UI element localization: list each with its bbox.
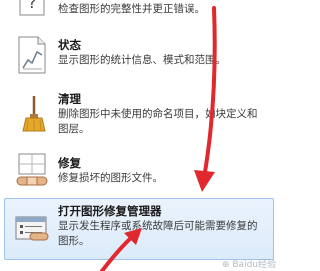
watermark: ⊕ Baidu经验 <box>221 260 276 270</box>
audit-icon: ? <box>14 0 50 22</box>
menu-item-status-desc: 显示图形的统计信息、模式和范围。 <box>58 54 226 66</box>
drawing-utilities-menu: ? 检查图形的完整性并更正错误。 状态 显示图形的统计信息、模式和范围。 清理 … <box>0 0 278 271</box>
svg-text:?: ? <box>28 0 37 12</box>
menu-item-drawing-recovery-manager-desc: 显示发生程序或系统故障后可能需要修复的图形。 <box>58 220 258 247</box>
menu-item-drawing-recovery-manager[interactable]: 打开图形修复管理器 显示发生程序或系统故障后可能需要修复的图形。 <box>0 201 278 259</box>
menu-item-recover-desc: 修复损坏的图形文件。 <box>58 172 163 184</box>
purge-broom-icon <box>14 94 50 132</box>
menu-item-status[interactable]: 状态 显示图形的统计信息、模式和范围。 <box>0 34 278 80</box>
menu-item-recover-title: 修复 <box>58 156 81 170</box>
menu-item-drawing-recovery-manager-title: 打开图形修复管理器 <box>58 204 162 218</box>
status-chart-icon <box>14 36 50 74</box>
recover-tools-icon <box>14 152 50 190</box>
menu-item-purge-desc: 删除图形中未使用的命名项目，如块定义和图层。 <box>58 108 258 135</box>
menu-item-purge-title: 清理 <box>58 92 81 106</box>
menu-item-audit[interactable]: ? 检查图形的完整性并更正错误。 <box>0 0 278 26</box>
menu-item-audit-desc: 检查图形的完整性并更正错误。 <box>58 3 205 15</box>
menu-item-recover[interactable]: 修复 修复损坏的图形文件。 <box>0 152 278 194</box>
menu-item-purge[interactable]: 清理 删除图形中未使用的命名项目，如块定义和图层。 <box>0 88 278 144</box>
drawing-recovery-manager-icon <box>14 209 50 247</box>
menu-item-status-title: 状态 <box>58 38 81 52</box>
